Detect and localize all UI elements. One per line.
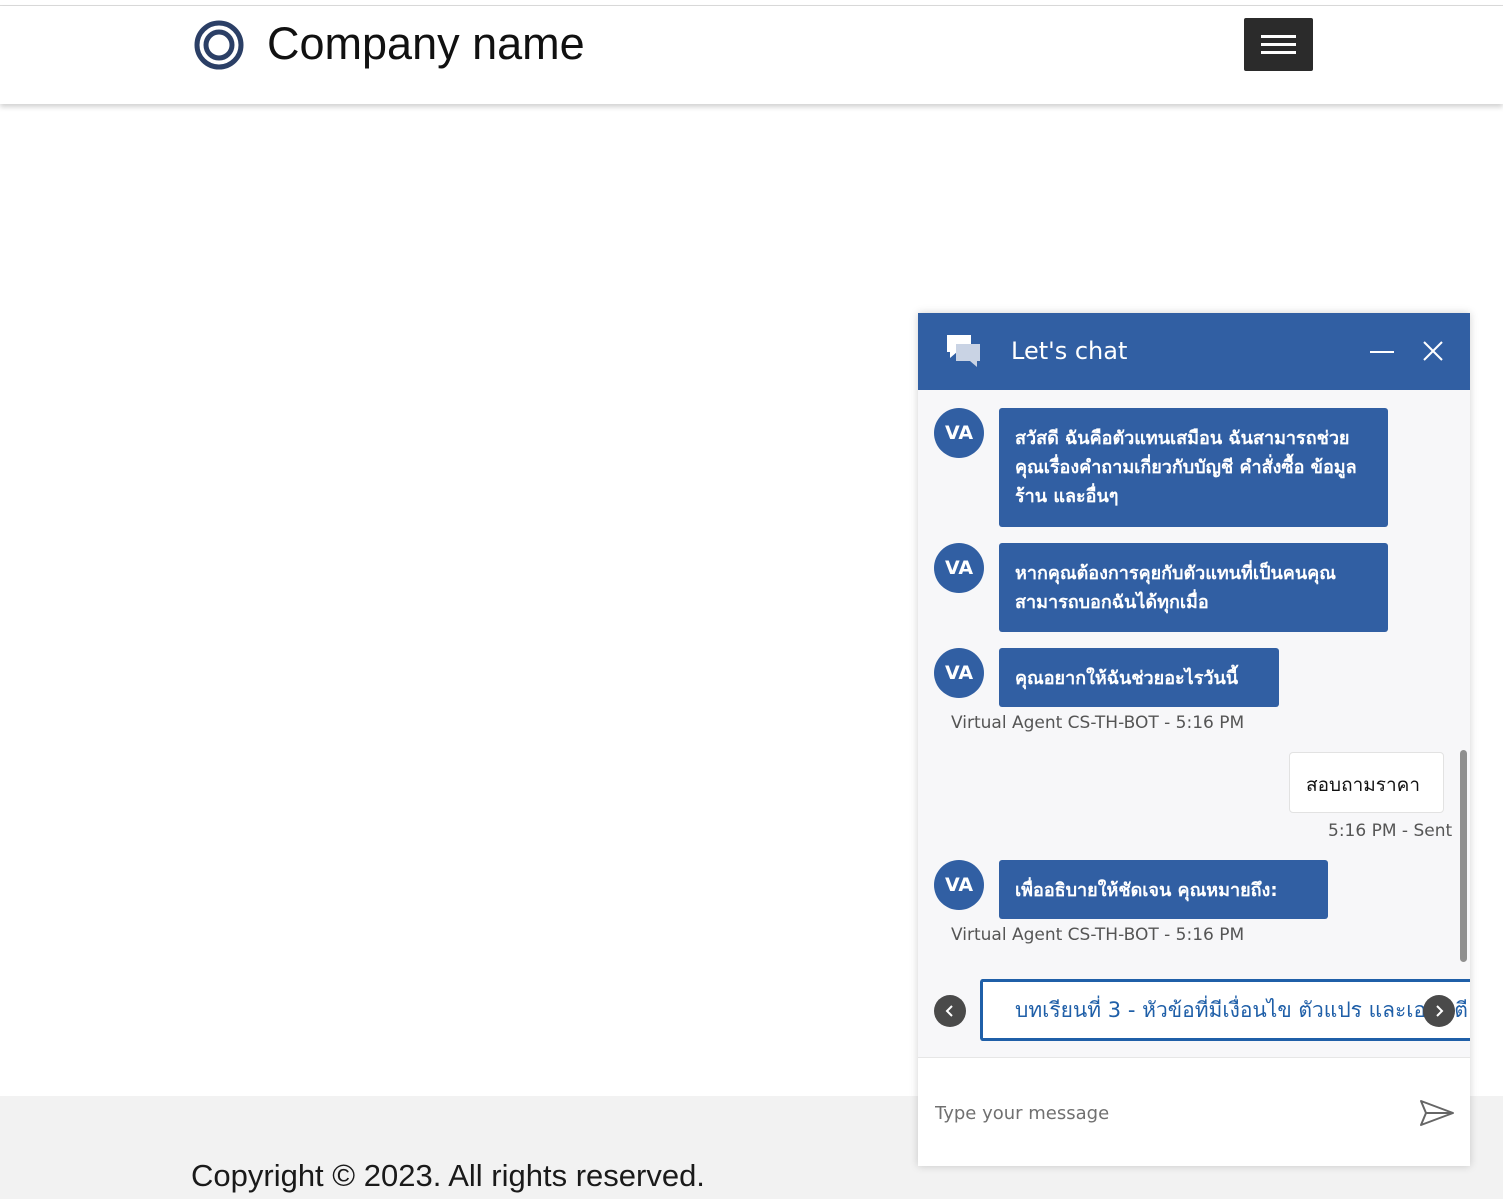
message-meta: Virtual Agent CS-TH-BOT - 5:16 PM xyxy=(951,925,1245,945)
bot-message: หากคุณต้องการคุยกับตัวแทนที่เป็นคนคุณสาม… xyxy=(999,543,1388,632)
chat-header: Let's chat xyxy=(918,313,1470,390)
menu-bar xyxy=(1261,51,1296,54)
chat-title: Let's chat xyxy=(1011,337,1128,365)
hamburger-menu-button[interactable] xyxy=(1244,18,1313,71)
menu-bar xyxy=(1261,43,1296,46)
bot-avatar: VA xyxy=(934,543,984,593)
close-icon[interactable] xyxy=(1418,336,1448,366)
chat-scrollbar[interactable] xyxy=(1460,750,1467,962)
copyright-text: Copyright © 2023. All rights reserved. xyxy=(191,1158,705,1193)
bot-avatar: VA xyxy=(934,648,984,698)
chevron-right-icon xyxy=(1436,1005,1444,1017)
bot-message: คุณอยากให้ฉันช่วยอะไรวันนี้ xyxy=(999,648,1279,707)
message-meta: Virtual Agent CS-TH-BOT - 5:16 PM xyxy=(951,713,1245,733)
message-compose-area xyxy=(918,1057,1470,1166)
chat-bubbles-icon xyxy=(947,335,980,367)
user-message: สอบถามราคา xyxy=(1289,752,1444,813)
message-meta: 5:16 PM - Sent xyxy=(1328,821,1453,841)
bot-avatar: VA xyxy=(934,408,984,458)
carousel-next-button[interactable] xyxy=(1423,995,1455,1027)
chat-widget: Let's chat VA สวัสดี ฉันคือตัวแทนเสมือน … xyxy=(918,313,1470,1166)
send-icon[interactable] xyxy=(1419,1098,1455,1128)
bot-message: สวัสดี ฉันคือตัวแทนเสมือน ฉันสามารถช่วยค… xyxy=(999,408,1388,527)
minimize-icon xyxy=(1370,351,1394,353)
company-name[interactable]: Company name xyxy=(267,18,585,70)
site-header: Company name xyxy=(0,6,1503,104)
message-input[interactable] xyxy=(933,1094,1407,1132)
bot-message: เพื่ออธิบายให้ชัดเจน คุณหมายถึง: xyxy=(999,860,1328,919)
menu-bar xyxy=(1261,35,1296,38)
chevron-left-icon xyxy=(945,1005,953,1017)
minimize-button[interactable] xyxy=(1367,339,1397,365)
ring-logo-icon[interactable] xyxy=(193,19,245,71)
suggested-action-button[interactable]: บทเรียนที่ 3 - หัวข้อที่มีเงื่อนไข ตัวแป… xyxy=(980,979,1470,1041)
carousel-prev-button[interactable] xyxy=(934,995,966,1027)
bot-avatar: VA xyxy=(934,860,984,910)
